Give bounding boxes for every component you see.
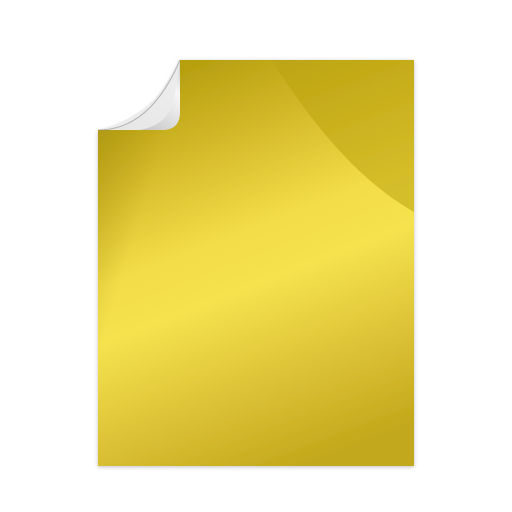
document-icon bbox=[97, 59, 414, 466]
icon-canvas bbox=[0, 0, 512, 512]
page-curl bbox=[97, 59, 181, 131]
